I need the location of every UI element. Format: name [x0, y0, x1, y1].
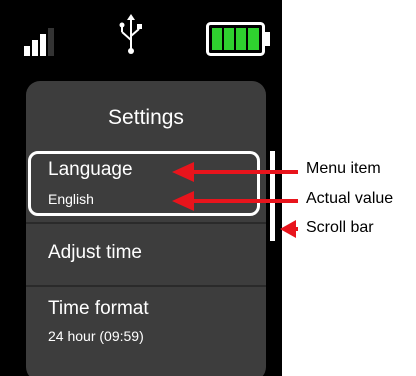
menu-item-label: Language — [48, 159, 133, 180]
menu-item-label: Time format — [48, 298, 149, 319]
arrow-scroll-bar — [280, 220, 298, 238]
status-bar — [0, 0, 282, 62]
annotation-menu-item: Menu item — [306, 160, 381, 177]
menu-item-label: Adjust time — [48, 242, 142, 263]
page-title: Settings — [108, 106, 184, 129]
menu-item-time-format[interactable]: Time format 24 hour (09:59) — [26, 286, 266, 366]
menu-item-value: 24 hour (09:59) — [48, 328, 144, 344]
usb-icon — [119, 14, 142, 54]
annotated-screenshot: Settings Language English Adjust time Ti… — [0, 0, 416, 376]
menu-item-language[interactable]: Language English — [26, 151, 266, 221]
annotation-scroll-bar: Scroll bar — [306, 219, 374, 236]
device-screen: Settings Language English Adjust time Ti… — [0, 0, 282, 376]
menu-item-value: English — [48, 191, 94, 207]
annotation-actual-value: Actual value — [306, 190, 394, 207]
scrollbar[interactable] — [270, 151, 275, 241]
signal-bars-icon — [24, 28, 54, 56]
battery-full-icon — [206, 22, 270, 56]
menu-item-adjust-time[interactable]: Adjust time — [26, 224, 266, 286]
